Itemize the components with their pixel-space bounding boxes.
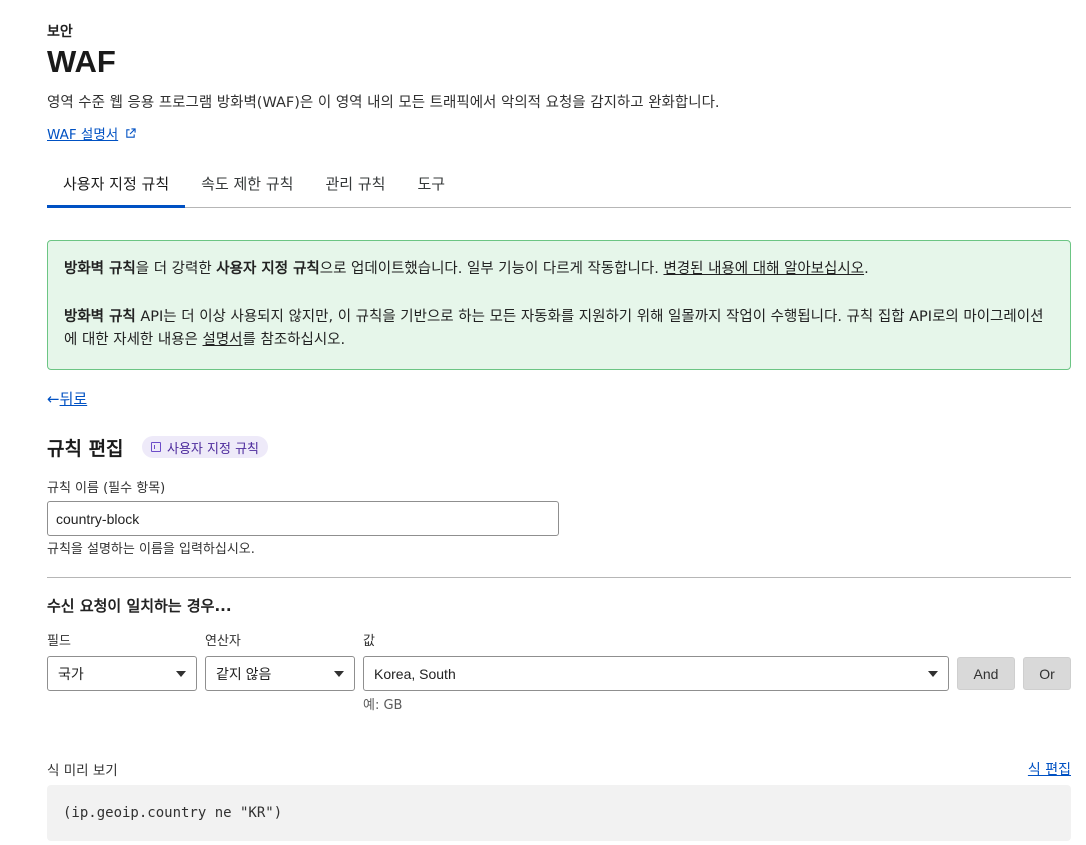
tab-bar: 사용자 지정 규칙 속도 제한 규칙 관리 규칙 도구 <box>47 163 1071 208</box>
external-link-icon <box>126 127 136 138</box>
banner-text: 을 더 강력한 <box>135 261 217 277</box>
rule-type-icon <box>151 442 161 452</box>
rule-name-label: 규칙 이름 (필수 항목) <box>47 481 166 496</box>
back-arrow-icon: ← <box>47 389 60 408</box>
or-button[interactable]: Or <box>1023 657 1071 690</box>
banner-bold-text: 사용자 지정 규칙 <box>216 261 320 277</box>
tab-rate-limiting-rules[interactable]: 속도 제한 규칙 <box>185 163 309 208</box>
expression-preview-label: 식 미리 보기 <box>47 763 118 779</box>
expression-text: (ip.geoip.country ne "KR") <box>63 805 283 821</box>
section-label: 보안 <box>47 24 73 40</box>
learn-changes-link[interactable]: 변경된 내용에 대해 알아보십시오 <box>663 261 864 277</box>
waf-docs-link-label: WAF 설명서 <box>47 127 119 143</box>
edit-rule-title: 규칙 편집 <box>47 438 124 460</box>
banner-text: 를 참조하십시오. <box>242 332 346 348</box>
back-link[interactable]: ← 뒤로 <box>47 388 87 409</box>
when-incoming-requests-title: 수신 요청이 일치하는 경우... <box>47 597 232 615</box>
field-select-value: 국가 <box>58 665 84 682</box>
and-button[interactable]: And <box>957 657 1015 690</box>
field-select[interactable]: 국가 <box>47 656 197 691</box>
chevron-down-icon <box>176 670 186 677</box>
page-title: WAF <box>47 44 116 79</box>
value-select-value: Korea, South <box>374 665 456 682</box>
rule-name-input[interactable] <box>47 501 559 536</box>
tab-managed-rules[interactable]: 관리 규칙 <box>309 163 401 208</box>
field-label: 필드 <box>47 634 71 649</box>
value-help: 예: GB <box>363 698 403 713</box>
chevron-down-icon <box>928 670 938 677</box>
tab-custom-rules[interactable]: 사용자 지정 규칙 <box>47 163 186 208</box>
tab-tools[interactable]: 도구 <box>401 163 461 208</box>
edit-expression-link[interactable]: 식 편집 <box>1028 759 1071 779</box>
expression-preview: (ip.geoip.country ne "KR") <box>47 785 1071 841</box>
banner-bold-text: 방화벽 규칙 <box>64 261 136 277</box>
custom-rule-badge: 사용자 지정 규칙 <box>142 436 268 458</box>
back-link-label: 뒤로 <box>59 390 88 408</box>
value-select[interactable]: Korea, South <box>363 656 949 691</box>
rule-name-help: 규칙을 설명하는 이름을 입력하십시오. <box>47 542 255 557</box>
custom-rule-badge-label: 사용자 지정 규칙 <box>167 441 259 457</box>
page-description: 영역 수준 웹 응용 프로그램 방화벽(WAF)은 이 영역 내의 모든 트래픽… <box>47 95 720 111</box>
operator-select[interactable]: 같지 않음 <box>205 656 355 691</box>
chevron-down-icon <box>334 670 344 677</box>
banner-text: . <box>864 261 869 277</box>
value-label: 값 <box>363 634 375 649</box>
migration-notice-banner: 방화벽 규칙을 더 강력한 사용자 지정 규칙으로 업데이트했습니다. 일부 기… <box>47 240 1071 370</box>
banner-paragraph-2: 방화벽 규칙 API는 더 이상 사용되지 않지만, 이 규칙을 기반으로 하는… <box>64 306 1054 352</box>
operator-select-value: 같지 않음 <box>216 665 272 682</box>
banner-bold-text: 방화벽 규칙 <box>64 309 136 325</box>
section-divider <box>47 577 1071 578</box>
documentation-link[interactable]: 설명서 <box>203 332 243 348</box>
operator-label: 연산자 <box>205 634 241 649</box>
waf-docs-link[interactable]: WAF 설명서 <box>47 123 136 143</box>
banner-paragraph-1: 방화벽 규칙을 더 강력한 사용자 지정 규칙으로 업데이트했습니다. 일부 기… <box>64 258 1054 281</box>
banner-text: 으로 업데이트했습니다. 일부 기능이 다르게 작동합니다. <box>319 261 664 277</box>
